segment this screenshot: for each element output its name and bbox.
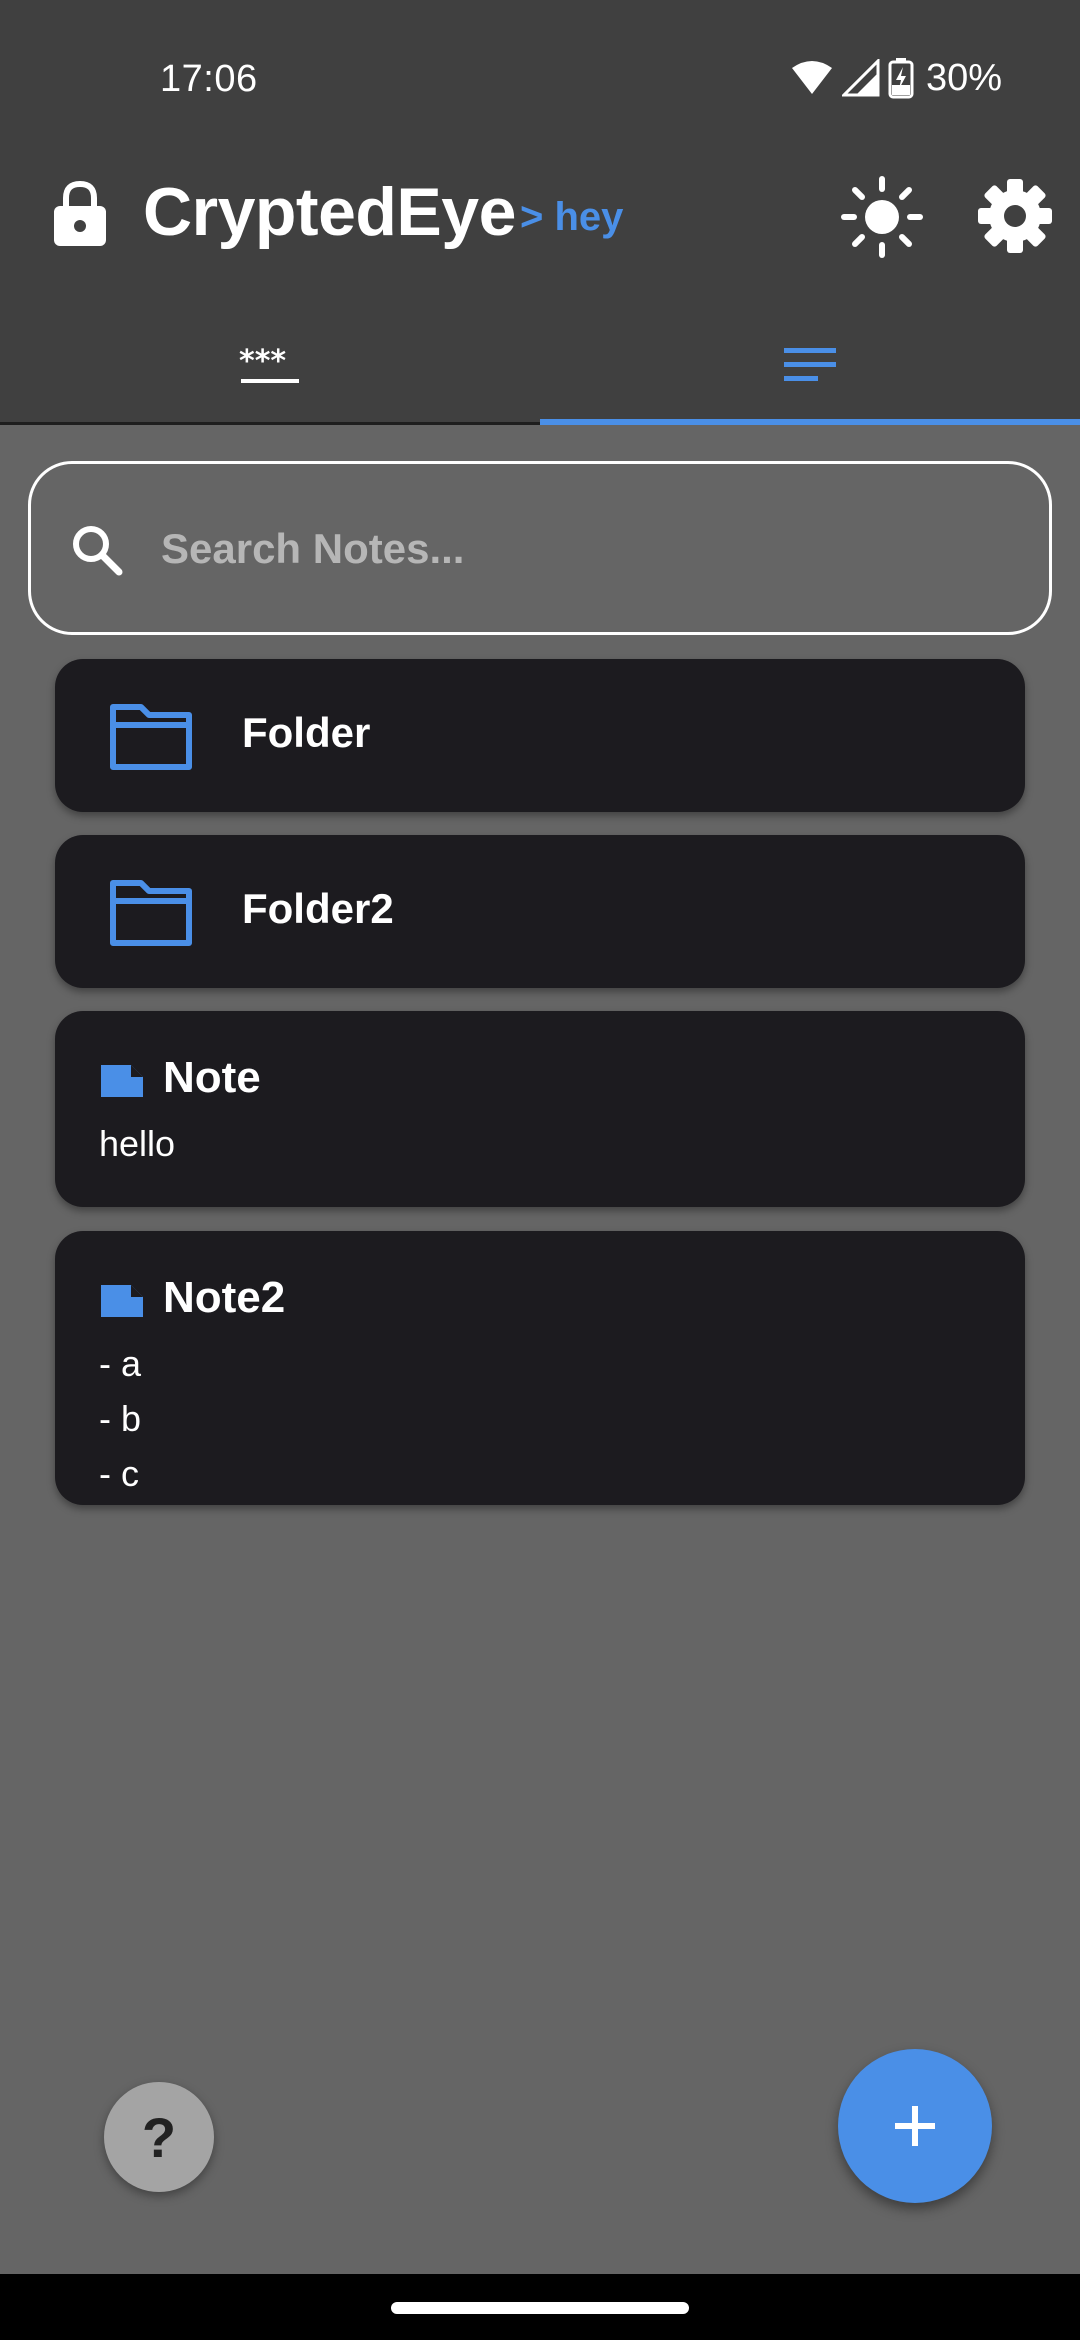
note-title: Note [163, 1053, 261, 1102]
battery-charging-icon [888, 58, 914, 99]
brightness-icon[interactable] [840, 175, 924, 259]
note-icon [101, 1285, 143, 1317]
note-preview: hello [99, 1123, 176, 1164]
app-bar: CryptedEye > hey *** [0, 165, 1080, 425]
folder-item[interactable]: Folder2 [55, 835, 1025, 988]
folder-icon [110, 880, 192, 946]
folder-name: Folder2 [242, 885, 394, 932]
note-item[interactable]: Note hello [55, 1011, 1025, 1207]
note-item[interactable]: Note2 - a - b - c [55, 1231, 1025, 1505]
search-input[interactable] [161, 504, 1001, 594]
folder-name: Folder [242, 709, 371, 756]
cell-signal-icon [841, 59, 880, 97]
status-bar: 17:06 30% [0, 0, 1080, 165]
tab-passwords[interactable]: *** [0, 305, 540, 425]
search-bar[interactable] [28, 461, 1052, 635]
password-icon: *** [239, 345, 299, 383]
status-time: 17:06 [160, 58, 258, 100]
note-preview: - a - b - c [99, 1343, 142, 1494]
folder-item[interactable]: Folder [55, 659, 1025, 812]
search-icon [73, 526, 123, 576]
battery-percentage: 30% [925, 56, 1002, 99]
app-title: CryptedEye [143, 174, 516, 250]
app-subtitle: > hey [520, 195, 624, 239]
settings-icon[interactable] [976, 177, 1054, 255]
help-button[interactable]: ? [104, 2082, 214, 2192]
note-icon [101, 1065, 143, 1097]
wifi-icon [791, 61, 832, 94]
svg-text:***: *** [239, 345, 286, 379]
help-label: ? [141, 2105, 177, 2169]
tab-bar: *** [0, 305, 1080, 425]
status-icons: 30% [790, 56, 1002, 100]
folder-icon [110, 704, 192, 770]
tab-divider [0, 422, 540, 425]
lock-icon[interactable] [52, 178, 108, 248]
system-nav-bar [0, 2274, 1080, 2340]
notes-list-icon [784, 348, 836, 381]
tab-notes[interactable] [540, 305, 1080, 425]
home-indicator[interactable] [391, 2302, 689, 2314]
add-note-button[interactable] [838, 2049, 992, 2203]
active-tab-indicator [540, 419, 1080, 425]
plus-icon [895, 2106, 935, 2146]
note-title: Note2 [163, 1273, 286, 1322]
